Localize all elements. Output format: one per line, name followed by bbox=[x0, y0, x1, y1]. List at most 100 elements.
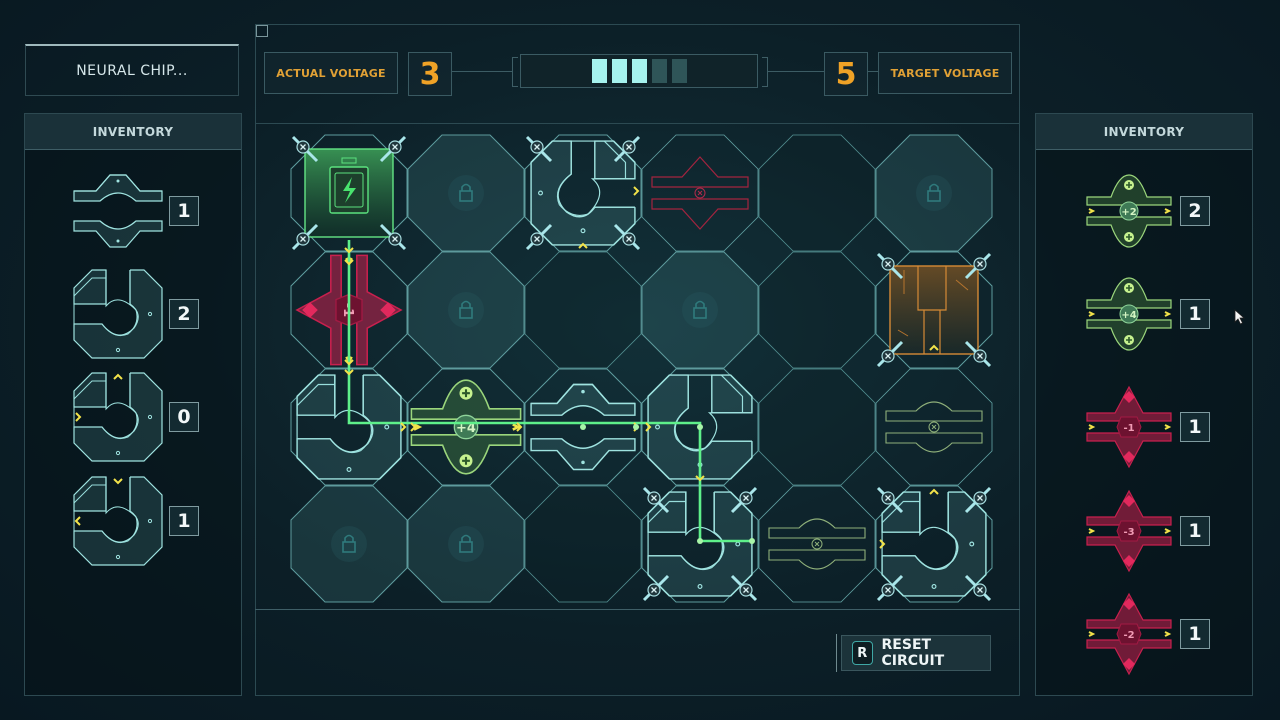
screw-icon bbox=[647, 491, 661, 505]
inventory-item-horizontal-straight-tile[interactable]: 1 bbox=[25, 166, 243, 256]
meter-segment bbox=[671, 59, 687, 83]
inventory-count: 1 bbox=[1180, 516, 1210, 546]
screw-icon bbox=[973, 583, 987, 597]
connector-line bbox=[452, 71, 512, 72]
screw-icon bbox=[739, 583, 753, 597]
board-cell-locked[interactable] bbox=[641, 251, 759, 369]
screw-icon bbox=[973, 491, 987, 505]
board-cell-locked[interactable] bbox=[407, 485, 525, 603]
svg-text:-3: -3 bbox=[1123, 527, 1134, 538]
inventory-count: 2 bbox=[169, 299, 199, 329]
screw-icon bbox=[388, 140, 402, 154]
chip-title: NEURAL CHIP... bbox=[25, 44, 239, 96]
mouse-cursor-icon bbox=[1234, 309, 1246, 325]
inventory-item-corner-tile-top-left-reversed[interactable]: 1 bbox=[25, 476, 243, 566]
board-cell-resistor-ghost[interactable] bbox=[641, 134, 759, 252]
path-node bbox=[580, 424, 586, 430]
circuit-tile-icon bbox=[73, 476, 163, 566]
booster-icon: +4 bbox=[1086, 277, 1172, 351]
board-cell-locked[interactable] bbox=[290, 485, 408, 603]
meter-segment bbox=[651, 59, 667, 83]
board-cell-booster-ghost[interactable] bbox=[875, 368, 993, 486]
board-cell-empty[interactable] bbox=[758, 134, 876, 252]
svg-text:-1: -1 bbox=[340, 303, 355, 317]
path-node bbox=[697, 424, 703, 430]
inventory-count: 1 bbox=[1180, 412, 1210, 442]
svg-text:-1: -1 bbox=[1123, 423, 1134, 434]
board-cell-booster-ghost[interactable] bbox=[758, 485, 876, 603]
screw-icon bbox=[530, 140, 544, 154]
screw-icon bbox=[973, 349, 987, 363]
reset-circuit-label: RESET CIRCUIT bbox=[881, 637, 945, 669]
inventory-item-+2[interactable]: +2 2 bbox=[1036, 166, 1254, 256]
path-node bbox=[749, 538, 755, 544]
voltage-meter bbox=[520, 54, 758, 88]
resistor-icon: -2 bbox=[1086, 592, 1172, 676]
reset-divider bbox=[836, 634, 837, 672]
board-cell-output-node[interactable] bbox=[875, 251, 993, 369]
screw-icon bbox=[647, 583, 661, 597]
inventory-item-corner-tile-top-left[interactable]: 2 bbox=[25, 269, 243, 359]
screw-icon bbox=[973, 257, 987, 271]
port-arrow-icon bbox=[633, 186, 640, 196]
board-cell-tile-placed-t[interactable] bbox=[875, 485, 993, 603]
meter-bracket-right bbox=[762, 57, 768, 87]
inventory-item-+4[interactable]: +4 1 bbox=[1036, 269, 1254, 359]
inventory-item--2[interactable]: -2 1 bbox=[1036, 589, 1254, 679]
board-cell-empty[interactable] bbox=[524, 251, 642, 369]
left-inventory-header: INVENTORY bbox=[25, 114, 241, 150]
screw-icon bbox=[881, 583, 895, 597]
inventory-count: 1 bbox=[169, 506, 199, 536]
target-voltage-value: 5 bbox=[824, 52, 868, 96]
right-inventory-panel: INVENTORY +2 2 +4 1 -1 1 -3 1 -2 1 bbox=[1035, 113, 1253, 696]
circuit-grid: -1 +4 bbox=[290, 134, 993, 603]
board-cell-booster-placed-plus4[interactable]: +4 bbox=[407, 368, 525, 486]
screw-icon bbox=[622, 232, 636, 246]
resistor-icon: -1 bbox=[1086, 385, 1172, 469]
board-cell-empty[interactable] bbox=[758, 251, 876, 369]
reset-circuit-button[interactable]: R RESET CIRCUIT bbox=[841, 635, 991, 671]
booster-icon: +2 bbox=[1086, 174, 1172, 248]
board-cell-empty[interactable] bbox=[758, 368, 876, 486]
inventory-count: 1 bbox=[1180, 619, 1210, 649]
board-cell-locked[interactable] bbox=[407, 134, 525, 252]
actual-voltage-label: ACTUAL VOLTAGE bbox=[264, 52, 398, 94]
screw-icon bbox=[881, 257, 895, 271]
inventory-count: 1 bbox=[169, 196, 199, 226]
port-arrow-icon bbox=[929, 488, 939, 495]
meter-segment bbox=[611, 59, 627, 83]
path-node bbox=[633, 424, 639, 430]
screw-icon bbox=[388, 232, 402, 246]
screw-icon bbox=[881, 491, 895, 505]
screw-icon bbox=[622, 140, 636, 154]
screw-icon bbox=[739, 491, 753, 505]
inventory-item-corner-tile-top-left-arrows[interactable]: 0 bbox=[25, 372, 243, 462]
meter-segment bbox=[631, 59, 647, 83]
path-node bbox=[697, 538, 703, 544]
reset-key-hint: R bbox=[852, 641, 873, 665]
circuit-tile-icon bbox=[73, 269, 163, 359]
inventory-count: 2 bbox=[1180, 196, 1210, 226]
inventory-count: 1 bbox=[1180, 299, 1210, 329]
meter-segment bbox=[591, 59, 607, 83]
board-cell-battery-source[interactable] bbox=[290, 134, 408, 252]
inventory-item--1[interactable]: -1 1 bbox=[1036, 382, 1254, 472]
connector-line bbox=[768, 71, 824, 72]
target-voltage-label: TARGET VOLTAGE bbox=[878, 52, 1012, 94]
right-inventory-header: INVENTORY bbox=[1036, 114, 1252, 150]
chip-title-text: NEURAL CHIP... bbox=[76, 62, 188, 79]
connector-line bbox=[868, 71, 878, 72]
board-cell-locked[interactable] bbox=[407, 251, 525, 369]
resistor-icon: -3 bbox=[1086, 489, 1172, 573]
screw-icon bbox=[881, 349, 895, 363]
board-cell-empty[interactable] bbox=[524, 485, 642, 603]
inventory-count: 0 bbox=[169, 402, 199, 432]
board-cell-locked[interactable] bbox=[875, 134, 993, 252]
inventory-item--3[interactable]: -3 1 bbox=[1036, 486, 1254, 576]
board-divider bbox=[255, 609, 1020, 610]
board-cell-tile-placed-t[interactable] bbox=[524, 134, 642, 252]
svg-text:+2: +2 bbox=[1121, 207, 1136, 218]
svg-text:-2: -2 bbox=[1123, 630, 1134, 641]
meter-bracket-left bbox=[512, 57, 518, 87]
circuit-tile-icon bbox=[73, 372, 163, 462]
